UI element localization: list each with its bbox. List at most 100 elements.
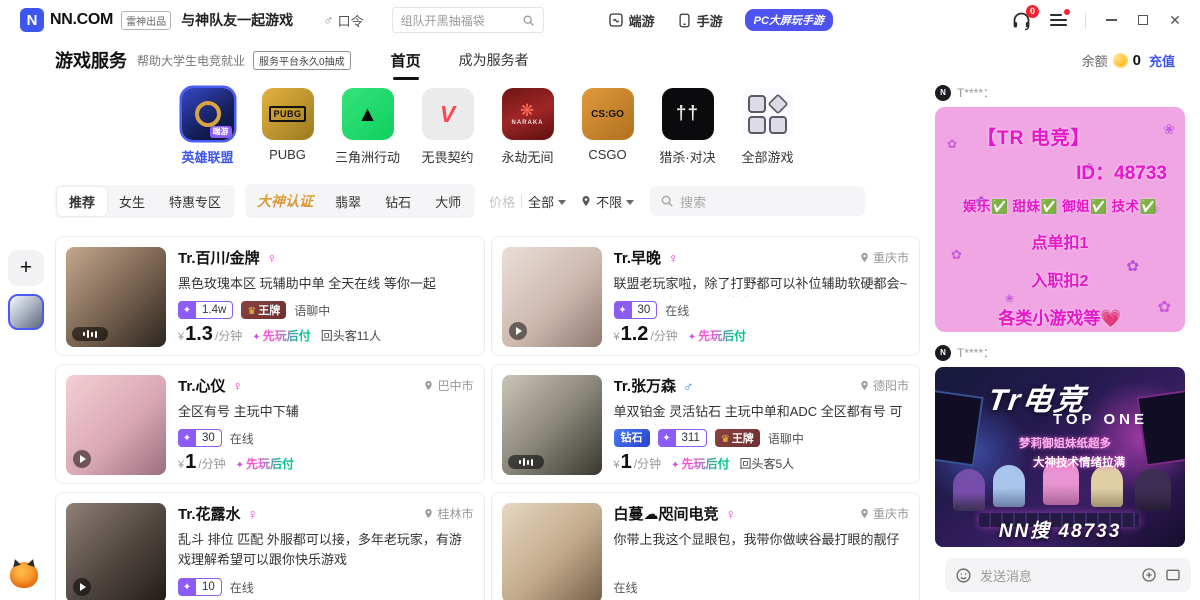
sender-avatar[interactable]: N [935,85,951,101]
game-label: 英雄联盟 [181,147,233,166]
brand-badge: 雷神出品 [121,11,171,30]
tab-home[interactable]: 首页 [391,50,421,71]
companion-avatar[interactable] [502,503,602,600]
play-icon[interactable] [509,322,527,340]
game-label: 猎杀·对决 [659,147,715,166]
companion-card[interactable]: Tr.张万森 ♂ 德阳市 单双铂金 灵活钻石 主玩中单和ADC 全区都有号 可补… [491,364,921,484]
companion-card[interactable]: Tr.早晚 ♀ 重庆市 联盟老玩家啦，除了打野都可以补位辅助软硬都会~脾气好话多… [491,236,921,356]
star-icon [178,578,196,596]
flower-decoration [947,137,957,151]
screenshot-icon[interactable] [1165,568,1181,582]
currency-symbol: ¥ [614,331,620,343]
game-nav-item[interactable]: PUBG PUBG [257,88,319,166]
companion-card[interactable]: Tr.花露水 ♀ 桂林市 乱斗 排位 匹配 外服都可以接，多年老玩家，有游戏理解… [55,492,485,600]
game-nav-item[interactable]: NARAKA 永劫无间 [497,88,559,166]
star-icon [178,301,196,319]
game-nav-item[interactable]: CS:GO CSGO [577,88,639,166]
promo-image-esports[interactable]: Tr电竞 TOP ONE 梦莉御姐妹纸超多 大神技术情绪拉满 NN搜 48733 [935,367,1185,547]
filter-tab-recommended[interactable]: 推荐 [57,187,107,216]
voice-wave-icon[interactable] [72,327,108,341]
team-code-button[interactable]: ♂ 口令 [323,11,364,30]
certification-tabs: 大神认证 翡翠 钻石 大师 [245,184,475,218]
companion-avatar[interactable] [66,247,166,347]
nn-logo[interactable]: N [20,8,44,32]
game-label: 三角洲行动 [335,147,400,166]
main-content: 端游 英雄联盟 PUBG PUBG ▲ 三角洲行动 V 无畏契约 NARAKA … [55,84,920,600]
game-nav-item[interactable]: ▲ 三角洲行动 [337,88,399,166]
price-row: ¥ 1.2 /分钟 先玩后付 [614,324,910,345]
currency-symbol: ¥ [178,459,184,471]
filter-tab-master[interactable]: 大师 [423,187,473,216]
tab-become-provider[interactable]: 成为服务者 [459,50,529,70]
star-level-badge: 10 [178,578,222,596]
play-icon[interactable] [73,578,91,596]
code-icon: ♂ [323,12,334,28]
companion-location: 重庆市 [859,505,909,522]
pc-bigscreen-pill[interactable]: PC大屏玩手游 [745,9,833,31]
promo-subtitle: TOP ONE [1053,411,1148,428]
recharge-link[interactable]: 充值 [1149,51,1175,70]
add-session-button[interactable]: + [8,250,44,286]
filter-tab-emerald[interactable]: 翡翠 [323,187,373,216]
tab-pc-games[interactable]: 端游 [608,11,655,30]
menu-button[interactable] [1050,11,1067,29]
emoji-icon[interactable] [955,567,972,584]
sender-avatar[interactable]: N [935,345,951,361]
close-button[interactable]: ✕ [1168,13,1182,27]
customer-service-button[interactable]: 0 [1011,10,1032,31]
promo-image-pink[interactable]: 【TR 电竞】 ID：48733 娱乐✅ 甜妹✅ 御姐✅ 技术✅ 点单扣1 入职… [935,107,1185,332]
crown-icon [247,301,256,319]
section-header: 游戏服务 帮助大学生电竞就业 服务平台永久0抽成 首页 成为服务者 余额 0 充… [0,40,1200,80]
divider [521,195,522,208]
gender-icon: ♀ [726,506,737,522]
game-nav-item[interactable]: †† 猎杀·对决 [657,88,719,166]
message-input[interactable]: 发送消息 [945,558,1191,592]
mascot-icon[interactable] [10,562,38,588]
pc-games-icon [608,12,624,28]
companion-card[interactable]: Tr.心仪 ♀ 巴中市 全区有号 主玩中下辅 30 在线 ¥ 1 /分钟 先玩后… [55,364,485,484]
gender-icon: ♂ [683,378,694,394]
region-dropdown[interactable]: 不限 [580,192,634,211]
filter-tab-certified[interactable]: 大神认证 [247,186,323,216]
sparkle-icon [252,327,260,345]
companion-avatar[interactable] [502,247,602,347]
price-value: 1.3 [185,324,213,344]
game-nav-item[interactable]: V 无畏契约 [417,88,479,166]
companion-name: Tr.心仪 [178,375,226,396]
companion-avatar[interactable] [66,375,166,475]
companion-card[interactable]: 白蔓☁咫间电竞 ♀ 重庆市 你带上我这个显眼包，我带你做峡谷最打眼的靓仔 在线 [491,492,921,600]
currency-symbol: ¥ [614,459,620,471]
game-icon: 端游 [182,88,234,140]
divider [1085,13,1086,28]
filter-tab-diamond[interactable]: 钻石 [373,187,423,216]
title-bar: N NN.COM 雷神出品 与神队友一起游戏 ♂ 口令 组队开黑抽福袋 端游 手… [0,0,1200,40]
filter-tab-deals[interactable]: 特惠专区 [157,187,233,216]
price-value: 1 [621,452,632,472]
game-nav-item[interactable]: 全部游戏 [737,88,799,166]
play-icon[interactable] [73,450,91,468]
voice-wave-icon[interactable] [508,455,544,469]
price-dropdown[interactable]: 全部 [528,192,566,211]
gender-icon: ♀ [267,250,278,266]
balance-value: 0 [1133,52,1141,69]
add-attachment-icon[interactable] [1141,567,1157,583]
promo-tagline: 大神技术情绪拉满 [1033,454,1125,470]
filter-tab-girls[interactable]: 女生 [107,187,157,216]
maximize-button[interactable] [1136,13,1150,27]
companion-search-input[interactable]: 搜索 [650,186,865,216]
notification-badge: 0 [1026,5,1039,18]
minimize-button[interactable] [1104,13,1118,27]
companion-avatar[interactable] [502,375,602,475]
location-pin-icon [423,380,434,391]
tab-mobile-games[interactable]: 手游 [677,11,723,30]
gender-icon: ♀ [248,506,259,522]
chat-contact-avatar[interactable] [8,294,44,330]
promo-line: 入职扣2 [943,267,1177,291]
game-nav-item[interactable]: 端游 英雄联盟 [177,88,239,166]
lucky-bag-search-input[interactable]: 组队开黑抽福袋 [392,7,544,33]
companion-avatar[interactable] [66,503,166,600]
promo-tagline: 梦莉御姐妹纸超多 [1019,435,1111,451]
companion-card[interactable]: Tr.百川/金牌 ♀ 黑色玫瑰本区 玩辅助中单 全天在线 等你一起 1.4w 王… [55,236,485,356]
crown-icon [721,429,730,447]
coin-icon [1113,53,1128,68]
